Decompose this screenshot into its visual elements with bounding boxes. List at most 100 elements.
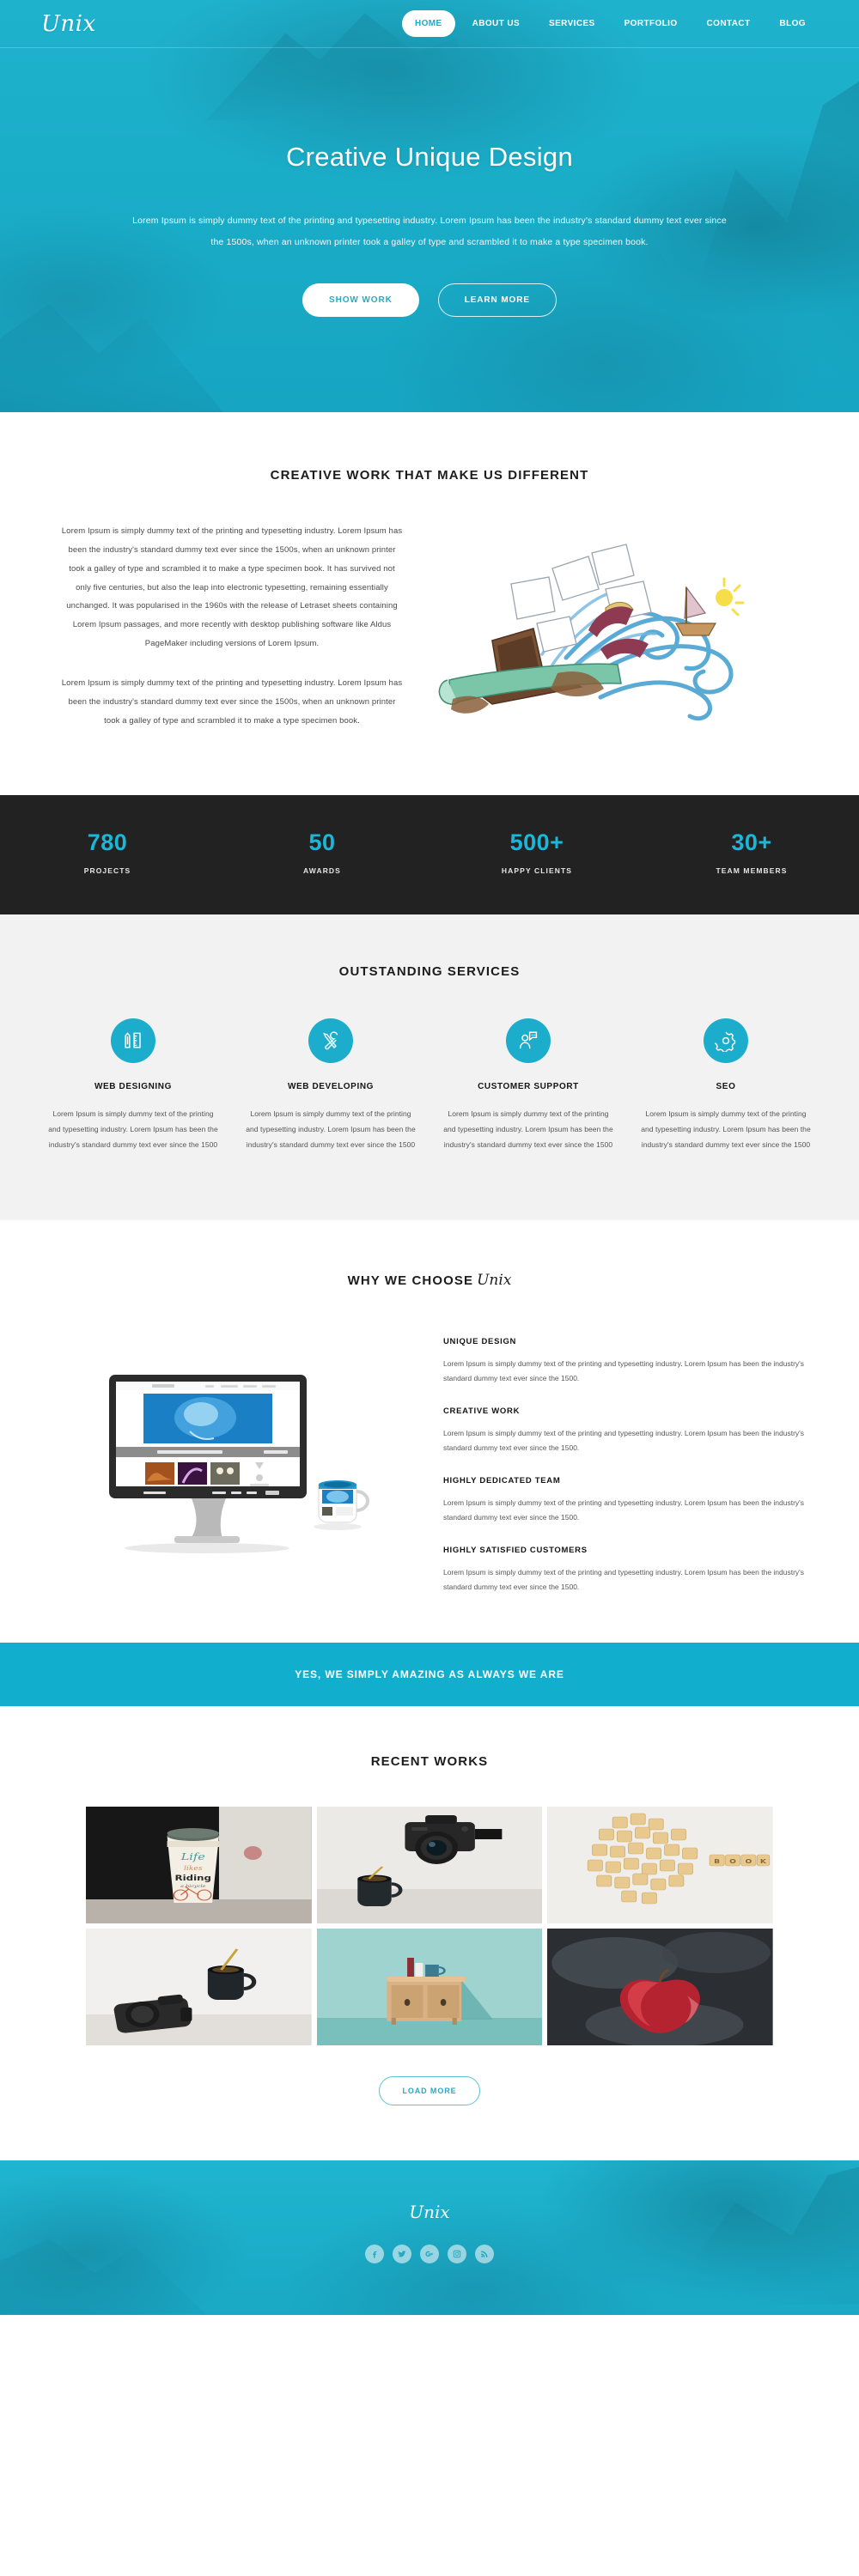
work-item-coffee-cup[interactable]: Life likes Riding a bicycle [86,1806,312,1923]
stat-label: HAPPY CLIENTS [501,866,573,875]
wooden-cabinet-photo [316,1928,543,2045]
svg-text:likes: likes [184,1864,203,1872]
service-name: CUSTOMER SUPPORT [478,1082,579,1091]
work-item-alphabet-biscuits[interactable]: BO OK [547,1806,773,1923]
stat-number: 500+ [509,829,564,855]
nav-item-blog[interactable]: BLOG [768,11,819,36]
work-item-camera-with-spoon-mug[interactable] [86,1928,312,2045]
svg-text:O: O [746,1857,752,1865]
stat-number: 50 [308,829,336,855]
show-work-button[interactable]: SHOW WORK [302,283,419,318]
site-logo[interactable]: Unix [41,11,96,37]
dslr-camera-photo [316,1806,543,1923]
instagram-icon[interactable] [448,2244,466,2263]
nav-item-portfolio[interactable]: PORTFOLIO [612,11,690,36]
why-item-heading: CREATIVE WORK [443,1406,521,1416]
twitter-icon[interactable] [393,2244,411,2263]
nav-item-about-us[interactable]: ABOUT US [460,11,532,36]
recent-works-section: RECENT WORKS Life likes Riding a bicycle [0,1705,859,2160]
service-name: SEO [716,1082,736,1091]
camera-and-mug-photo [86,1928,312,2045]
creative-illustration [419,522,799,735]
pencil-ruler-icon [111,1018,155,1063]
why-item-creative-work: CREATIVE WORK Lorem Ipsum is simply dumm… [443,1406,811,1455]
main-navigation: Unix HOME ABOUT US SERVICES PORTFOLIO CO… [0,0,859,47]
cta-banner: YES, WE SIMPLY AMAZING AS ALWAYS WE ARE [0,1642,859,1706]
nav-item-services[interactable]: SERVICES [537,11,607,36]
stat-happy-clients: 500+ HAPPY CLIENTS [430,829,644,875]
stat-number: 780 [87,829,128,855]
site-footer: Unix [0,2160,859,2315]
service-card-seo[interactable]: SEO Lorem Ipsum is simply dummy text of … [627,1018,825,1153]
work-item-camera-mug[interactable] [316,1806,543,1923]
svg-text:Life: Life [180,1851,206,1862]
why-item-heading: HIGHLY DEDICATED TEAM [443,1475,561,1485]
creative-paragraph-2: Lorem Ipsum is simply dummy text of the … [61,677,403,726]
cta-banner-text: YES, WE SIMPLY AMAZING AS ALWAYS WE ARE [295,1668,564,1680]
service-card-customer-support[interactable]: CUSTOMER SUPPORT Lorem Ipsum is simply d… [430,1018,627,1153]
services-title: OUTSTANDING SERVICES [338,964,521,979]
work-item-red-apple[interactable] [547,1928,773,2045]
why-item-text: Lorem Ipsum is simply dummy text of the … [443,1428,805,1452]
landing-page: Unix HOME ABOUT US SERVICES PORTFOLIO CO… [0,0,859,2315]
service-name: WEB DESIGNING [94,1082,173,1091]
recent-works-grid: Life likes Riding a bicycle B O O K [0,1769,859,2045]
stats-bar: 780 PROJECTS 50 AWARDS 500+ HAPPY CLIENT… [0,795,859,914]
learn-more-button[interactable]: LEARN MORE [437,283,557,318]
nav-item-contact[interactable]: CONTACT [695,11,763,36]
hero-buttons: SHOW WORK LEARN MORE [0,283,859,318]
creative-work-grid: Lorem Ipsum is simply dummy text of the … [0,483,859,735]
why-item-text: Lorem Ipsum is simply dummy text of the … [443,1567,805,1591]
why-title-brand: Unix [477,1271,512,1289]
coffee-mug [314,1479,369,1530]
service-card-web-designing[interactable]: WEB DESIGNING Lorem Ipsum is simply dumm… [34,1018,232,1153]
why-choose-title: WHY WE CHOOSE Unix [0,1272,859,1289]
sailboat [674,586,717,636]
service-description: Lorem Ipsum is simply dummy text of the … [443,1109,613,1149]
why-item-heading: UNIQUE DESIGN [443,1336,517,1346]
red-apple-photo [547,1928,773,2045]
load-more-button[interactable]: LOAD MORE [379,2075,480,2105]
hero-description: Lorem Ipsum is simply dummy text of the … [132,216,727,247]
stat-number: 30+ [731,829,772,855]
svg-text:a bicycle: a bicycle [180,1884,206,1888]
why-choose-grid: UNIQUE DESIGN Lorem Ipsum is simply dumm… [0,1289,859,1595]
google-plus-icon[interactable] [420,2244,439,2263]
rss-icon[interactable] [475,2244,494,2263]
svg-text:K: K [760,1857,767,1865]
stat-awards: 50 AWARDS [215,829,430,875]
work-item-wooden-cabinet[interactable] [316,1928,543,2045]
svg-text:Riding: Riding [174,1874,211,1882]
stat-label: TEAM MEMBERS [716,866,788,875]
social-links [0,2244,859,2263]
facebook-icon[interactable] [365,2244,384,2263]
why-item-text: Lorem Ipsum is simply dummy text of the … [443,1358,805,1382]
services-grid: WEB DESIGNING Lorem Ipsum is simply dumm… [0,979,859,1153]
footer-logo[interactable]: Unix [0,2202,859,2222]
why-item-heading: HIGHLY SATISFIED CUSTOMERS [443,1545,588,1555]
sun-icon [716,577,745,617]
desktop-monitor-with-mug-icon [109,1374,369,1553]
service-name: WEB DEVELOPING [287,1082,375,1091]
stat-team-members: 30+ TEAM MEMBERS [644,829,859,875]
watercolor-laptop-waves-icon [438,544,745,721]
monitor-illustration [48,1330,417,1567]
why-choose-section: WHY WE CHOOSE Unix UNIQUE DESIGN Lorem I… [0,1219,859,1643]
support-agent-icon [506,1018,551,1063]
hero-section: Unix HOME ABOUT US SERVICES PORTFOLIO CO… [0,0,859,412]
service-description: Lorem Ipsum is simply dummy text of the … [246,1109,416,1149]
creative-work-copy: Lorem Ipsum is simply dummy text of the … [60,522,404,730]
why-item-highly-dedicated-team: HIGHLY DEDICATED TEAM Lorem Ipsum is sim… [443,1476,811,1525]
stat-projects: 780 PROJECTS [0,829,215,875]
hero-content: Creative Unique Design Lorem Ipsum is si… [0,47,859,318]
gear-icon [704,1018,748,1063]
service-card-web-developing[interactable]: WEB DEVELOPING Lorem Ipsum is simply dum… [232,1018,430,1153]
nav-links: HOME ABOUT US SERVICES PORTFOLIO CONTACT… [401,10,819,37]
stat-label: PROJECTS [83,866,131,875]
nav-item-home[interactable]: HOME [401,10,455,37]
stat-label: AWARDS [303,866,341,875]
load-more-wrapper: LOAD MORE [0,2075,859,2105]
creative-paragraph-1: Lorem Ipsum is simply dummy text of the … [61,526,403,649]
hero-title: Creative Unique Design [286,142,573,172]
coffee-cup-photo: Life likes Riding a bicycle [86,1806,312,1923]
